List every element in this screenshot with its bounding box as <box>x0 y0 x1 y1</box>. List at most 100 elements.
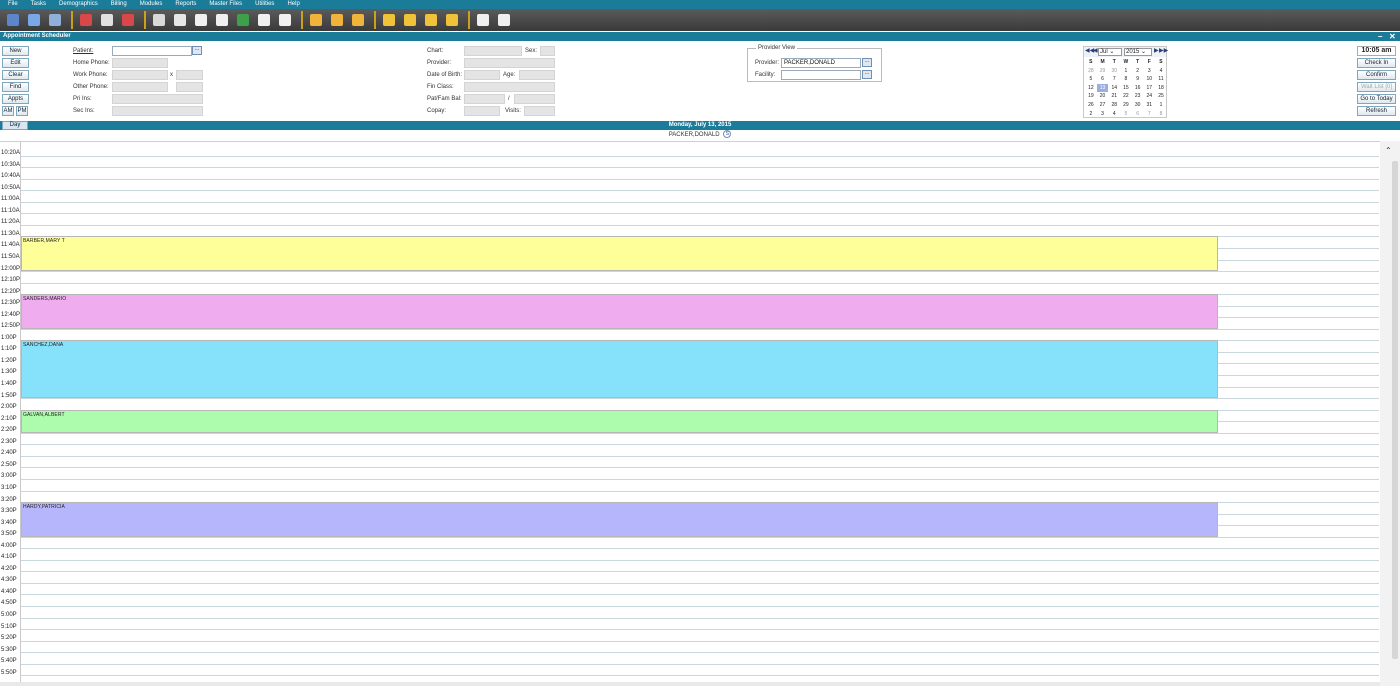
calendar-day[interactable]: 25 <box>1155 92 1167 101</box>
hand-icon[interactable] <box>98 11 116 29</box>
close-icon[interactable]: ✕ <box>1389 32 1396 41</box>
last-month-icon[interactable]: ▶▶ <box>1159 48 1168 55</box>
check-in-button[interactable]: Check In <box>1357 58 1396 68</box>
calendar-day[interactable]: 29 <box>1097 67 1109 76</box>
calendar-day[interactable]: 6 <box>1097 75 1109 84</box>
calendar-day[interactable]: 1 <box>1155 101 1167 110</box>
schedule-grid[interactable]: 10:20A 10:30A 10:40A 10:50A 11:00A 11:10A 11:2… <box>0 141 1380 683</box>
calendar-day[interactable]: 3 <box>1097 110 1109 119</box>
clear-button[interactable]: Clear <box>2 70 29 80</box>
calendar-day[interactable]: 8 <box>1155 110 1167 119</box>
line-chart-icon[interactable] <box>422 11 440 29</box>
calendar-day[interactable]: 18 <box>1155 84 1167 93</box>
ledger-icon[interactable] <box>171 11 189 29</box>
calendar-icon[interactable] <box>77 11 95 29</box>
pv-provider-input[interactable]: PACKER,DONALD <box>781 58 861 68</box>
calendar-day[interactable]: 30 <box>1108 67 1120 76</box>
calendar-day[interactable]: 4 <box>1155 67 1167 76</box>
calendar-day[interactable]: 14 <box>1108 84 1120 93</box>
calendar-day[interactable]: 28 <box>1085 67 1097 76</box>
year-select[interactable]: 2015 ⌄ <box>1124 48 1152 56</box>
calendar-day[interactable]: 19 <box>1085 92 1097 101</box>
patient-lookup-button[interactable]: ... <box>192 46 202 55</box>
user-remove-icon[interactable] <box>119 11 137 29</box>
user-group-icon[interactable] <box>46 11 64 29</box>
day-view-tab[interactable]: Day <box>2 121 28 130</box>
appointment-block[interactable]: BARBER,MARY T <box>21 236 1218 272</box>
calendar-day[interactable]: 27 <box>1097 101 1109 110</box>
minimize-icon[interactable]: – <box>1378 32 1382 41</box>
calendar-day[interactable]: 12 <box>1085 84 1097 93</box>
calendar-day[interactable]: 6 <box>1132 110 1144 119</box>
calendar-day[interactable]: 13 <box>1096 83 1109 93</box>
calendar-day[interactable]: 22 <box>1120 92 1132 101</box>
menu-help[interactable]: Help <box>287 0 299 9</box>
calendar-day[interactable]: 31 <box>1143 101 1155 110</box>
calendar-day[interactable]: 17 <box>1143 84 1155 93</box>
appointment-block[interactable]: HARDY,PATRICIA <box>21 502 1218 537</box>
calendar-day[interactable]: 9 <box>1132 75 1144 84</box>
calendar-day[interactable]: 24 <box>1143 92 1155 101</box>
hammer-icon[interactable] <box>495 11 513 29</box>
menu-file[interactable]: File <box>8 0 18 9</box>
tools-icon[interactable] <box>349 11 367 29</box>
calendar-day[interactable]: 30 <box>1132 101 1144 110</box>
pv-provider-lookup-button[interactable]: ... <box>862 58 872 67</box>
calendar-day[interactable]: 28 <box>1108 101 1120 110</box>
calendar-day[interactable]: 8 <box>1120 75 1132 84</box>
calendar-day[interactable]: 26 <box>1085 101 1097 110</box>
provider-badge-icon[interactable]: S <box>723 130 732 139</box>
calendar-day[interactable]: 7 <box>1108 75 1120 84</box>
am-button[interactable]: AM <box>2 106 14 116</box>
clock-icon[interactable] <box>255 11 273 29</box>
pv-facility-lookup-button[interactable]: ... <box>862 70 872 79</box>
chart-search-icon[interactable] <box>401 11 419 29</box>
calendar-day[interactable]: 20 <box>1097 92 1109 101</box>
appts-button[interactable]: Appts <box>2 94 29 104</box>
calendar-day[interactable]: 16 <box>1132 84 1144 93</box>
appointment-block[interactable]: GALVAN,ALBERT <box>21 409 1218 433</box>
calendar-day[interactable]: 7 <box>1143 110 1155 119</box>
go-to-today-button[interactable]: Go to Today <box>1357 94 1396 104</box>
bar-chart-icon[interactable] <box>380 11 398 29</box>
search-doc-icon[interactable] <box>276 11 294 29</box>
menu-billing[interactable]: Billing <box>111 0 127 9</box>
menu-tasks[interactable]: Tasks <box>31 0 46 9</box>
patient-input[interactable] <box>112 46 192 56</box>
calendar-day[interactable]: 4 <box>1108 110 1120 119</box>
note-icon[interactable] <box>307 11 325 29</box>
menu-master-files[interactable]: Master Files <box>209 0 242 9</box>
pv-facility-input[interactable] <box>781 70 861 80</box>
menu-modules[interactable]: Modules <box>140 0 163 9</box>
menu-utilities[interactable]: Utilities <box>255 0 274 9</box>
magnify-icon[interactable] <box>328 11 346 29</box>
next-month-icon[interactable]: ▶ <box>1154 48 1159 55</box>
grid-icon[interactable] <box>150 11 168 29</box>
appointment-block[interactable]: SANDERS,MARIO <box>21 294 1218 329</box>
calendar-day[interactable]: 29 <box>1120 101 1132 110</box>
scroll-thumb[interactable] <box>1392 161 1398 659</box>
appointment-block[interactable]: SANCHEZ,DANA <box>21 340 1218 399</box>
calendar-day[interactable]: 3 <box>1143 67 1155 76</box>
calendar-day[interactable]: 5 <box>1120 110 1132 119</box>
calendar-day[interactable]: 5 <box>1085 75 1097 84</box>
calendar-day[interactable]: 23 <box>1132 92 1144 101</box>
prev-month-icon[interactable]: ◀ <box>1093 48 1098 55</box>
calendar-day[interactable]: 21 <box>1108 92 1120 101</box>
month-select[interactable]: Jul ⌄ <box>1098 48 1122 56</box>
confirm-button[interactable]: Confirm <box>1357 70 1396 80</box>
find-button[interactable]: Find <box>2 82 29 92</box>
money-icon[interactable] <box>234 11 252 29</box>
folder-icon[interactable] <box>25 11 43 29</box>
calendar-day[interactable]: 15 <box>1120 84 1132 93</box>
upload-icon[interactable] <box>192 11 210 29</box>
calendar-day[interactable]: 2 <box>1132 67 1144 76</box>
menu-demographics[interactable]: Demographics <box>59 0 98 9</box>
new-button[interactable]: New <box>2 46 29 56</box>
calendar-day[interactable]: 10 <box>1143 75 1155 84</box>
refresh-button[interactable]: Refresh <box>1357 106 1396 116</box>
vertical-scrollbar[interactable]: ⌃ <box>1380 141 1400 686</box>
calendar-day[interactable]: 11 <box>1155 75 1167 84</box>
scroll-up-icon[interactable]: ⌃ <box>1385 146 1392 155</box>
wait-list-button[interactable]: Wait List [0] <box>1357 82 1396 92</box>
